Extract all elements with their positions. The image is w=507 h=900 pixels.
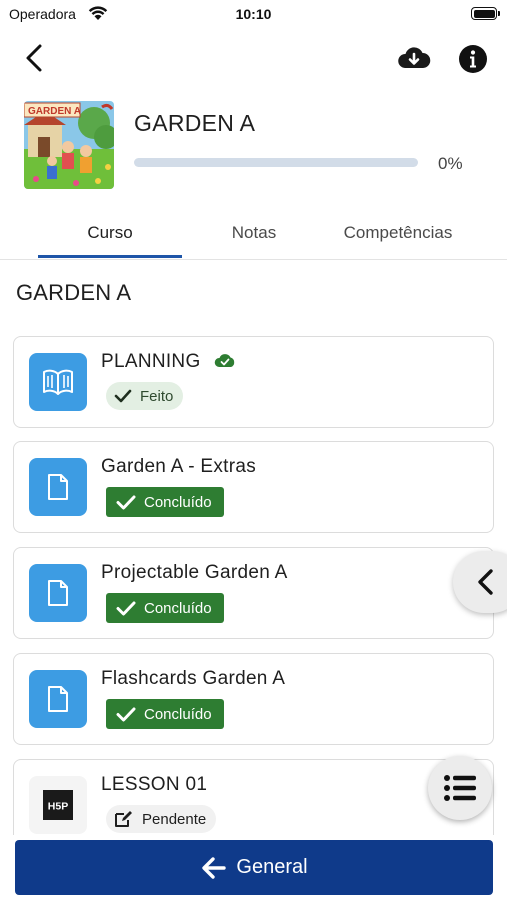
h5p-icon: H5P	[43, 790, 73, 820]
check-icon	[116, 495, 136, 509]
previous-section-button[interactable]: General	[15, 840, 493, 895]
activity-title: Projectable Garden A	[101, 562, 288, 583]
progress-label: 0%	[438, 154, 463, 173]
course-image: GARDEN A	[24, 101, 114, 189]
h5p-icon-label: H5P	[48, 801, 68, 813]
activity-icon	[29, 458, 87, 516]
cloud-check-icon	[214, 354, 235, 368]
file-icon	[48, 474, 68, 500]
status-text: Concluído	[144, 599, 212, 617]
status-text: Concluído	[144, 705, 212, 723]
check-icon	[116, 601, 136, 615]
activity-card-flashcards[interactable]: Flashcards Garden A Concluído	[13, 653, 494, 745]
chevron-left-icon	[478, 569, 493, 595]
back-button[interactable]	[20, 42, 50, 74]
info-circle-icon	[459, 45, 487, 73]
tab-curso[interactable]: Curso	[38, 206, 182, 259]
check-icon	[114, 389, 132, 403]
download-button[interactable]	[397, 44, 431, 72]
status-badge-concluido: Concluído	[106, 487, 224, 517]
tab-bar: Curso Notas Competências	[0, 206, 507, 260]
activity-card-planning[interactable]: PLANNING Feito	[13, 336, 494, 428]
battery-icon	[471, 7, 500, 20]
status-badge-concluido: Concluído	[106, 699, 224, 729]
tab-notas[interactable]: Notas	[182, 206, 326, 259]
status-badge-concluido: Concluído	[106, 593, 224, 623]
course-title: GARDEN A	[134, 110, 256, 136]
activity-title: PLANNING	[101, 351, 236, 373]
status-text: Pendente	[142, 810, 207, 828]
activity-title-text: PLANNING	[101, 351, 201, 372]
activity-icon: H5P	[29, 776, 87, 834]
status-text: Concluído	[144, 493, 212, 511]
previous-section-label: General	[236, 856, 308, 878]
activity-list: PLANNING Feito Garden A - Extras Concluí…	[0, 320, 507, 835]
chevron-left-icon	[26, 44, 42, 72]
status-text: Feito	[140, 387, 174, 405]
check-icon	[116, 707, 136, 721]
status-badge-feito: Feito	[106, 382, 184, 410]
activity-card-projectable[interactable]: Projectable Garden A Concluído	[13, 547, 494, 639]
file-icon	[48, 686, 68, 712]
open-drawer-button[interactable]	[453, 551, 507, 613]
tab-competencias[interactable]: Competências	[326, 206, 470, 259]
status-badge-pendente: Pendente	[106, 805, 217, 833]
course-illustration: GARDEN A	[24, 101, 114, 189]
activity-card-lesson-01[interactable]: H5P LESSON 01 Pendente	[13, 759, 494, 835]
activity-icon	[29, 670, 87, 728]
cloud-download-icon	[398, 47, 431, 68]
activity-title: Garden A - Extras	[101, 456, 257, 477]
book-icon	[43, 369, 73, 395]
info-button[interactable]	[458, 44, 488, 74]
list-icon	[444, 775, 476, 801]
activity-title: LESSON 01	[101, 774, 208, 795]
section-title: GARDEN A	[16, 280, 132, 305]
edit-icon	[115, 811, 132, 827]
course-progress-bar	[134, 158, 418, 167]
course-index-button[interactable]	[428, 756, 492, 820]
course-image-label: GARDEN A	[28, 106, 81, 117]
status-bar: Operadora 10:10	[0, 0, 507, 28]
activity-icon	[29, 353, 87, 411]
active-tab-indicator	[38, 255, 182, 258]
activity-title: Flashcards Garden A	[101, 668, 286, 689]
activity-card-extras[interactable]: Garden A - Extras Concluído	[13, 441, 494, 533]
file-icon	[48, 580, 68, 606]
activity-icon	[29, 564, 87, 622]
arrow-left-icon	[202, 856, 227, 879]
clock: 10:10	[235, 6, 272, 22]
